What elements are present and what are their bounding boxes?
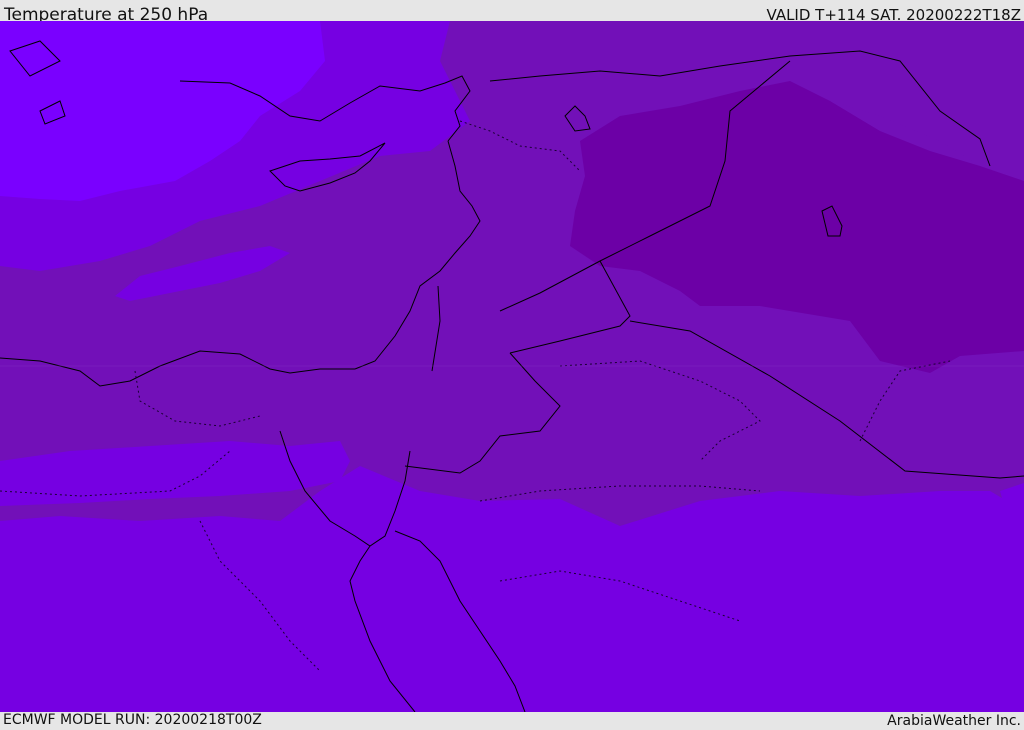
- header-bar: Temperature at 250 hPa VALID T+114 SAT. …: [0, 0, 1024, 25]
- temperature-map: [0, 21, 1024, 712]
- footer-bar: ECMWF MODEL RUN: 20200218T00Z ArabiaWeat…: [0, 712, 1024, 729]
- model-run-label: ECMWF MODEL RUN: 20200218T00Z: [3, 712, 262, 728]
- map-canvas: [0, 21, 1024, 712]
- credit-label: ArabiaWeather Inc.: [887, 713, 1021, 729]
